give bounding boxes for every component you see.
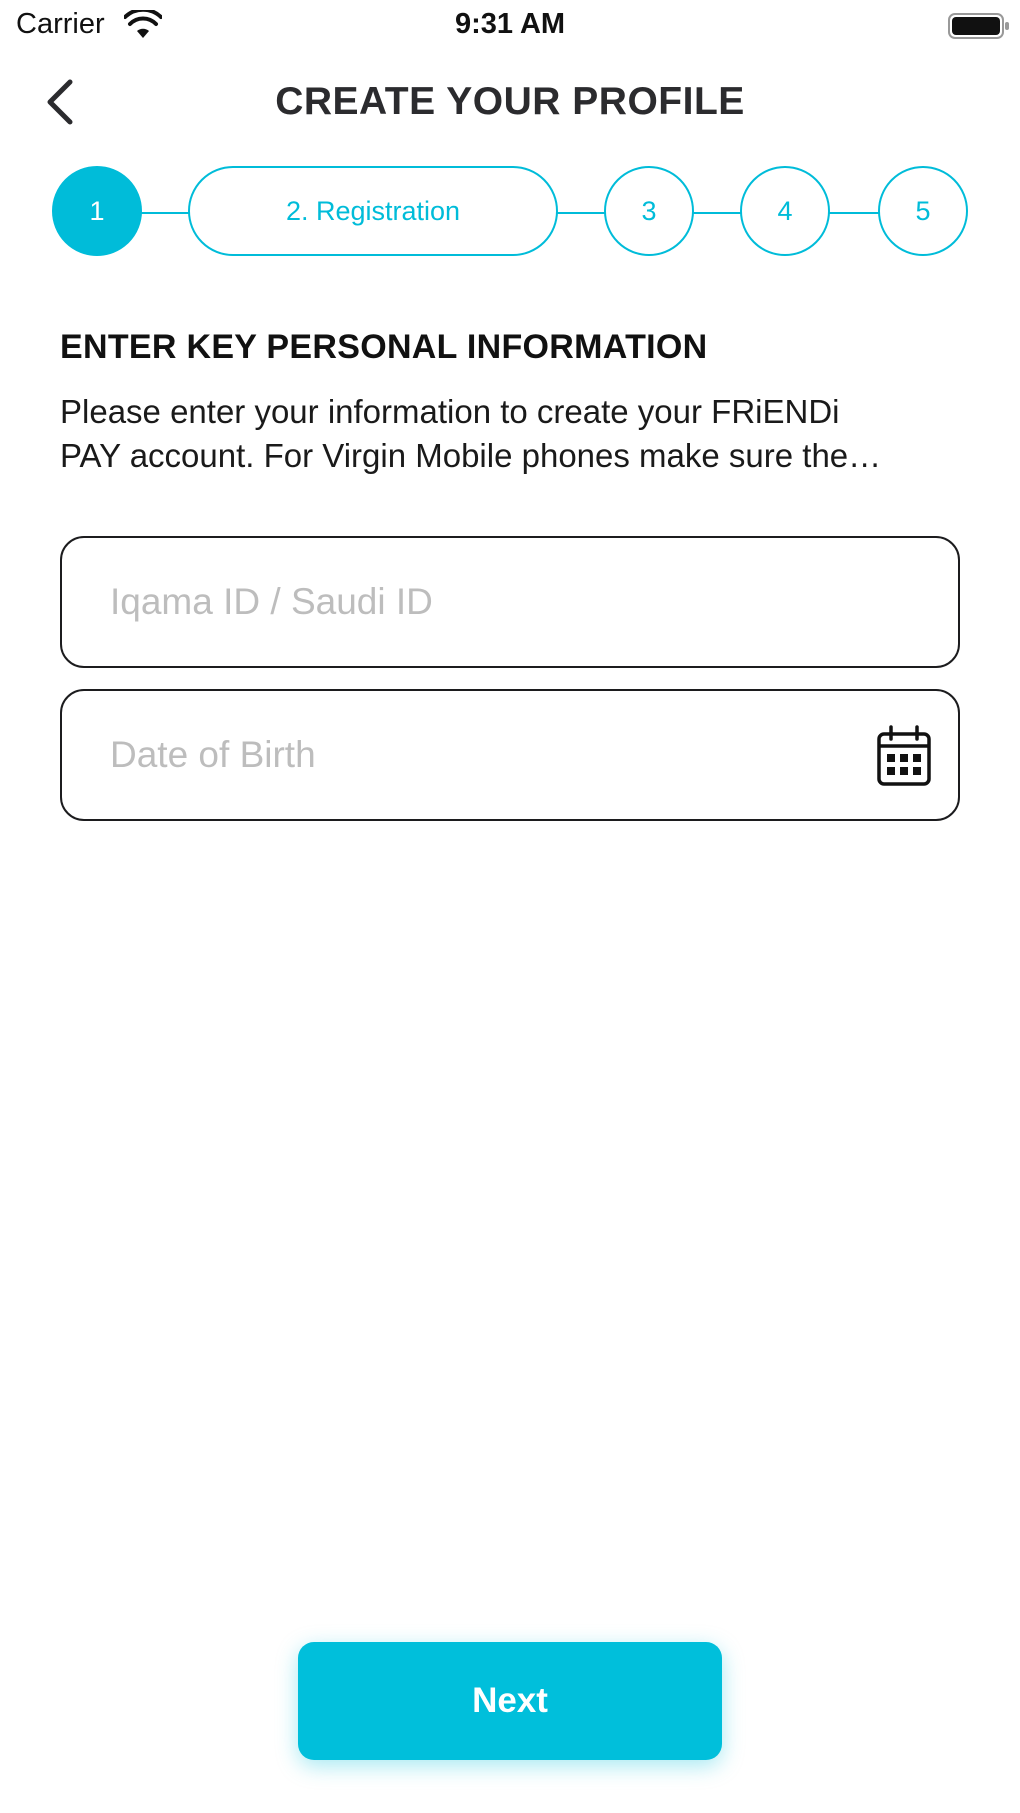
dob-field[interactable]	[60, 689, 960, 821]
description-line-2: PAY account. For Virgin Mobile phones ma…	[60, 437, 882, 474]
page-title: CREATE YOUR PROFILE	[275, 80, 745, 123]
stepper-connector	[828, 212, 880, 214]
id-field[interactable]	[60, 536, 960, 668]
section-description: Please enter your information to create …	[60, 390, 970, 478]
stepper-connector	[692, 212, 744, 214]
description-line-1: Please enter your information to create …	[60, 393, 840, 430]
step-5[interactable]: 5	[878, 166, 968, 256]
status-bar: Carrier 9:31 AM	[0, 0, 1020, 52]
dob-input[interactable]	[110, 691, 870, 819]
progress-stepper: 1 2. Registration 3 4 5	[0, 166, 1020, 260]
step-3[interactable]: 3	[604, 166, 694, 256]
step-1[interactable]: 1	[52, 166, 142, 256]
step-4[interactable]: 4	[740, 166, 830, 256]
status-time: 9:31 AM	[454, 8, 566, 40]
id-input[interactable]	[110, 538, 870, 666]
step-2-registration[interactable]: 2. Registration	[188, 166, 558, 256]
stepper-connector	[554, 212, 606, 214]
calendar-icon[interactable]	[876, 725, 932, 787]
section-heading: ENTER KEY PERSONAL INFORMATION	[60, 328, 708, 366]
next-button[interactable]: Next	[298, 1642, 722, 1760]
stepper-connector	[138, 212, 190, 214]
battery-icon	[948, 13, 1009, 39]
